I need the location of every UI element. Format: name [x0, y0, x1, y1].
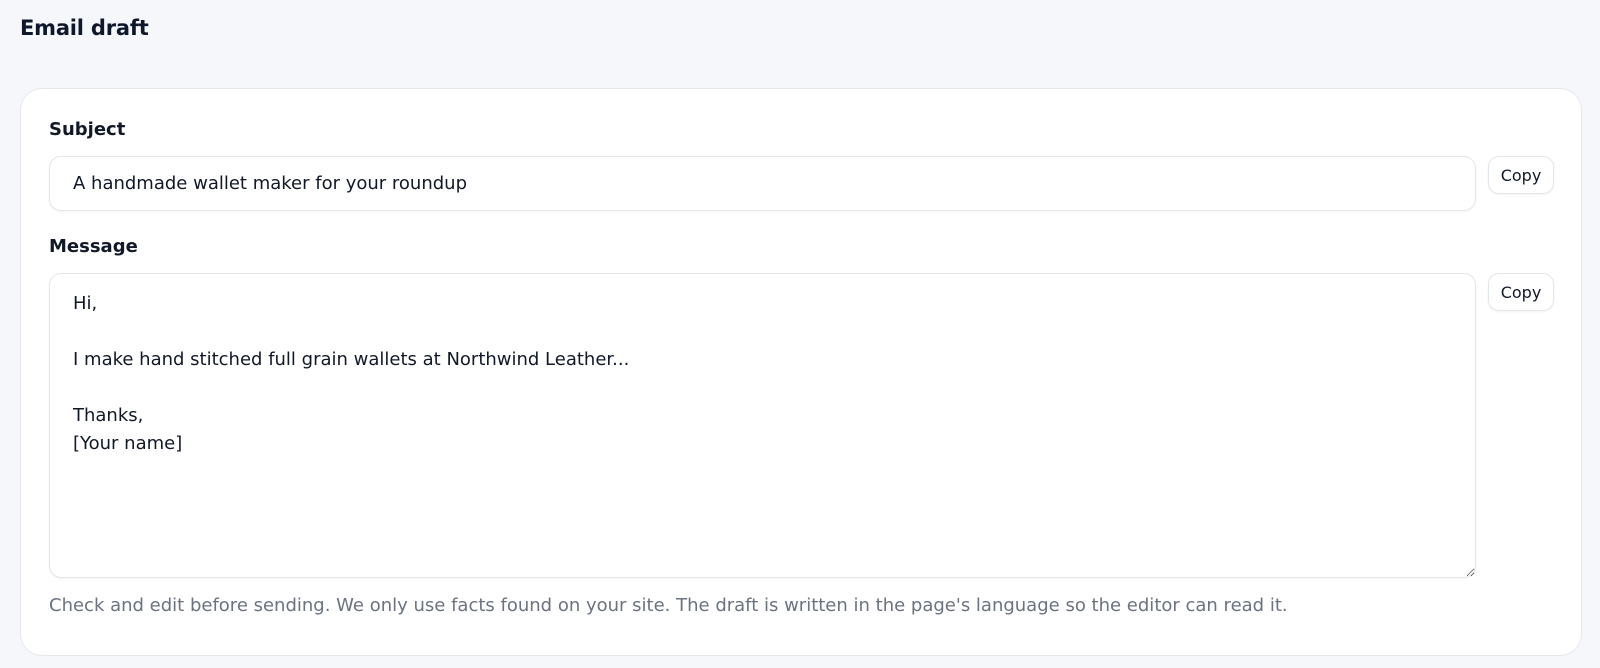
copy-message-button[interactable]: Copy: [1488, 273, 1554, 311]
copy-subject-button[interactable]: Copy: [1488, 156, 1554, 194]
help-text: Check and edit before sending. We only u…: [49, 595, 1288, 616]
page-title: Email draft: [20, 16, 149, 40]
message-textarea[interactable]: [49, 273, 1476, 578]
subject-label: Subject: [49, 119, 126, 140]
message-label: Message: [49, 236, 138, 257]
email-draft-card: Subject Copy Message Copy Check and edit…: [20, 88, 1582, 656]
subject-input[interactable]: [49, 156, 1476, 211]
